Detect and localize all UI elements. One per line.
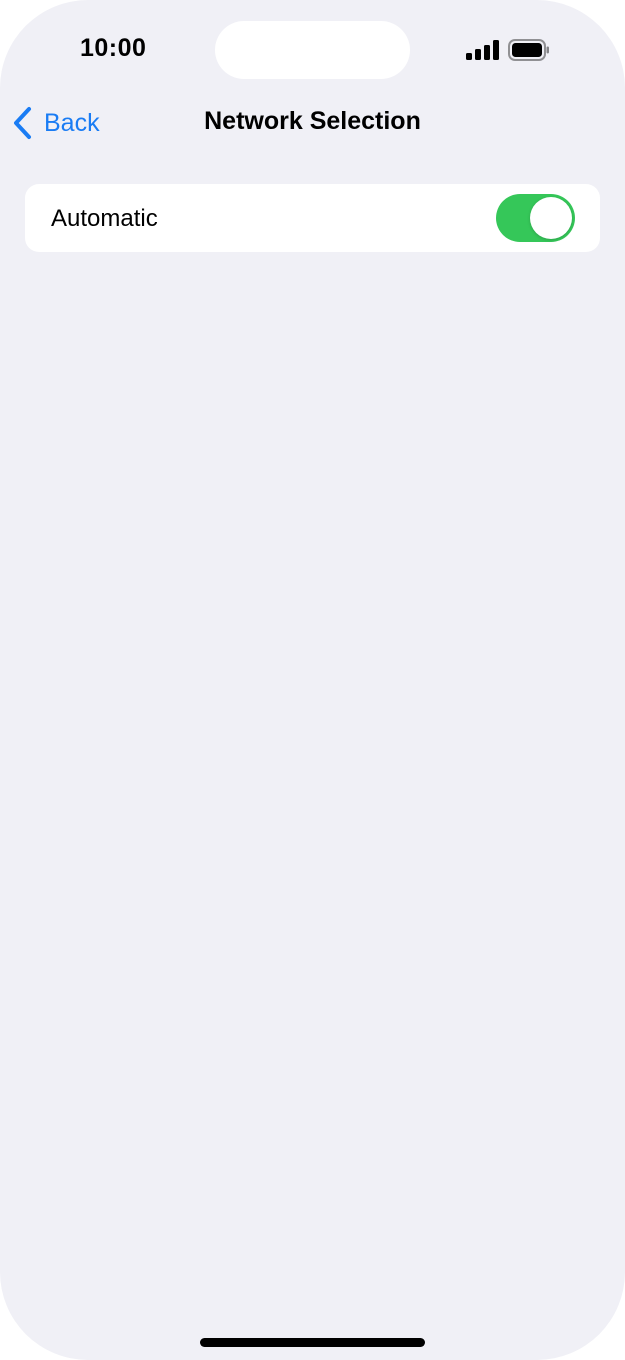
status-bar: 10:00: [0, 0, 625, 100]
battery-icon: [508, 39, 550, 61]
home-indicator[interactable]: [200, 1338, 425, 1347]
page-title: Network Selection: [204, 107, 421, 135]
cellular-signal-icon: [466, 40, 500, 60]
status-time: 10:00: [80, 34, 147, 62]
automatic-label: Automatic: [51, 205, 158, 232]
dynamic-island: [215, 21, 410, 79]
automatic-toggle[interactable]: [496, 194, 575, 242]
toggle-knob: [530, 197, 572, 239]
navigation-bar: Back Network Selection: [0, 95, 625, 151]
settings-group: Automatic: [25, 184, 600, 252]
phone-screen: 10:00 Back Network Selection Automatic: [0, 0, 625, 1360]
